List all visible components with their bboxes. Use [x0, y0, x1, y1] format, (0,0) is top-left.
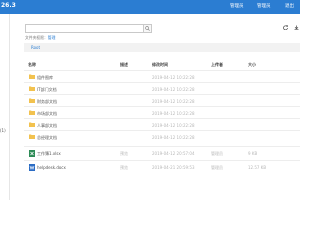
header-link-logout[interactable]: 退出: [285, 3, 294, 9]
breadcrumb-root[interactable]: Root: [31, 45, 40, 50]
folder-icon: [29, 86, 35, 91]
file-name[interactable]: 工作簿1.xlsx: [37, 151, 61, 157]
col-desc-header[interactable]: 描述: [120, 62, 128, 68]
table-header: 名称 描述 修改时间 上传者 大小: [24, 61, 300, 69]
file-date: 2019-04-21 20:59:53: [152, 164, 195, 170]
preview-link[interactable]: 预览: [120, 165, 128, 171]
header-link-admin[interactable]: 管理员: [230, 3, 244, 9]
search-button[interactable]: [143, 24, 152, 33]
folder-icon: [29, 98, 35, 103]
folder-permission-info: 文件夹权限：管理: [25, 35, 55, 41]
excel-icon: [29, 150, 35, 157]
file-name[interactable]: 市场部文档: [37, 111, 57, 117]
preview-link[interactable]: 预览: [120, 151, 128, 157]
sidebar-tag: (1): [0, 128, 6, 133]
toolbar-actions: [283, 25, 299, 30]
permission-manage-link[interactable]: 管理: [48, 35, 56, 40]
search-input[interactable]: [25, 24, 144, 33]
table-row[interactable]: helpdesk.docx 预览 2019-04-21 20:59:53 管理员…: [24, 160, 300, 173]
file-date: 2019-04-12 10:22:28: [152, 86, 195, 92]
col-name-header[interactable]: 名称: [28, 62, 36, 68]
file-date: 2019-04-12 10:22:28: [152, 74, 195, 80]
file-size: 12.57 KB: [248, 164, 267, 170]
file-name[interactable]: 财务部文档: [37, 99, 57, 105]
left-sidebar: (1): [0, 14, 10, 200]
file-date: 2019-04-12 10:22:28: [152, 122, 195, 128]
file-date: 2019-04-12 10:22:28: [152, 110, 195, 116]
table-row[interactable]: 总经理文档 2019-04-12 10:22:28: [24, 130, 300, 143]
folder-icon: [29, 134, 35, 139]
folder-icon: [29, 110, 35, 115]
file-date: 2019-04-12 20:57:04: [152, 150, 195, 156]
file-name[interactable]: IT部门文档: [37, 87, 57, 93]
folder-icon: [29, 122, 35, 127]
app-title: 26.3: [1, 2, 16, 9]
file-name[interactable]: 总经理文档: [37, 135, 57, 141]
file-uploader: 管理员: [211, 164, 223, 170]
file-name[interactable]: helpdesk.docx: [37, 165, 66, 170]
file-uploader: 管理员: [211, 150, 223, 156]
file-date: 2019-04-12 10:22:28: [152, 98, 195, 104]
col-size-header[interactable]: 大小: [248, 62, 256, 68]
header-link-admin-2[interactable]: 管理员: [257, 3, 271, 9]
file-size: 9 KB: [248, 150, 258, 156]
file-name[interactable]: 人事部文档: [37, 123, 57, 129]
file-date: 2019-04-12 10:22:28: [152, 134, 195, 140]
folder-icon: [29, 74, 35, 79]
file-name[interactable]: 组件图库: [37, 75, 53, 81]
refresh-icon[interactable]: [283, 25, 288, 30]
col-date-header[interactable]: 修改时间: [152, 62, 168, 68]
search-icon: [145, 26, 150, 31]
permission-label: 文件夹权限：: [25, 35, 48, 40]
table-row[interactable]: 工作簿1.xlsx 预览 2019-04-12 20:57:04 管理员 9 K…: [24, 146, 300, 159]
top-bar: 26.3 管理员 管理员 退出: [0, 0, 300, 14]
breadcrumb: Root: [24, 43, 300, 52]
download-icon[interactable]: [294, 25, 299, 30]
col-uploader-header[interactable]: 上传者: [211, 62, 223, 68]
word-icon: [29, 164, 35, 171]
